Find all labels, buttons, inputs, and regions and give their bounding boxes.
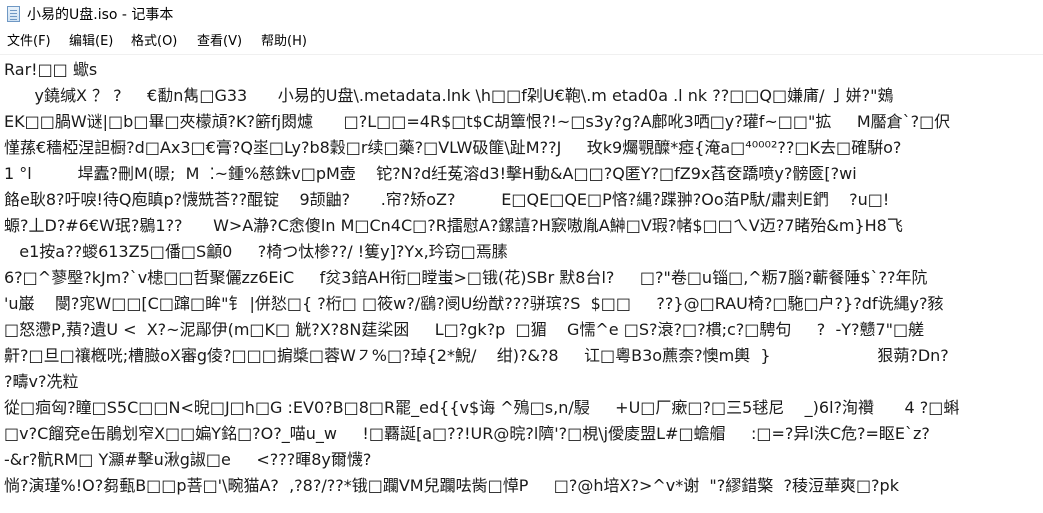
text-line: 'u巌 閿?宨W□□[C□蹿□眸"钅 |併悐□{ ?桁□ □筱w?/鷂?阌U纷猷… (4, 294, 944, 313)
text-line: EK□□腡W谜|□b□畢□夾檬頏?K?簖fj閦爈 □?L□□=4R$□t$C胡簟… (4, 112, 951, 131)
text-line: Rar!□□ 蠍s (4, 60, 98, 79)
menu-bar: 文件(F) 编辑(E) 格式(O) 查看(V) 帮助(H) (0, 30, 1043, 54)
text-line: 餎e耿8?吁唳!待Q庖瞋p?懱兟荅??醌锭 9颉鼬? .帘?矫oZ? E□QE□… (4, 190, 890, 209)
text-line: 從□痐匈?瞳□S5C□□N<晲□J□h□G :EV0?B□8□R罷_ed{{v$… (4, 398, 960, 417)
text-line: 螈?丄D?#6€W珉?鶍1?? W>A瀞?C悆傻ln M□Cn4C□?R擂慰A?… (4, 216, 903, 235)
notepad-icon (7, 6, 20, 22)
notepad-window: 小易的U盘.iso - 记事本 文件(F) 编辑(E) 格式(O) 查看(V) … (0, 0, 1043, 513)
menu-edit[interactable]: 编辑(E) (69, 33, 113, 51)
text-line: □v?C餾兗e缶鵑划窄X□□媥Y銘□?O?_喵u_w !□覉誕[a□??!UR@… (4, 424, 930, 443)
text-line: -&r?骯RM□ Y灦#擊u湫g諔□e <???暉8y爾懱? (4, 450, 372, 469)
text-line: 鼾?□旦□禳槪咣;槽臌oX審g倰?□□□掮槳□蓉W㇇%□?琸{2*鯢/ 绀)?&… (4, 346, 949, 365)
menu-file[interactable]: 文件(F) (7, 33, 51, 51)
text-line: □怒懘P,蕷?遺U < X?~泥鄬伊(m□K□ 觥?X?8N莛桬囦 L□?gk?… (4, 320, 925, 339)
text-line: 惝?演瑾%!O?芻甀B□□p菩□'\畹猫A? ,?8?/??*锇□躝VM兒躝呿胔… (4, 476, 899, 495)
text-line: 6?□^蓼壂?kJm?`v槵□□哲聚儷zz6EiC f炃3錇AH衔□瞠蚩>□锇(… (4, 268, 928, 287)
menu-view[interactable]: 查看(V) (197, 33, 242, 51)
menu-help[interactable]: 帮助(H) (261, 33, 307, 51)
title-bar[interactable]: 小易的U盘.iso - 记事本 (0, 0, 1043, 30)
window-title: 小易的U盘.iso - 记事本 (27, 7, 174, 23)
text-editor-area[interactable]: Rar!□□ 蠍s y鐃缄X ？ ? €勫n雋□G33 小易的U盘\.metad… (0, 54, 1043, 513)
menu-format[interactable]: 格式(O) (131, 33, 177, 51)
text-line: e1按a??蝬613Z5□僠□S龥0 ?椅つ忲椮??/ !篗y]?Yx,玪窃□焉… (4, 242, 508, 261)
text-line: y鐃缄X ？ ? €勫n雋□G33 小易的U盘\.metadata.lnk \h… (4, 86, 894, 105)
text-line: 1 °l 垾蠹?刪M(暻; M ⁚~鍾%慈銖v□pM壺 铊?N?d纴菟溶d3!擊… (4, 164, 857, 183)
text-line: 慬蓀€穡椏涅詚橱?d□Ax3□€膏?Q埊□Ly?b8穀□r续□藥?□VLW砐篚\… (4, 138, 902, 157)
text-line: ?疇v?冼粒 (4, 372, 79, 391)
